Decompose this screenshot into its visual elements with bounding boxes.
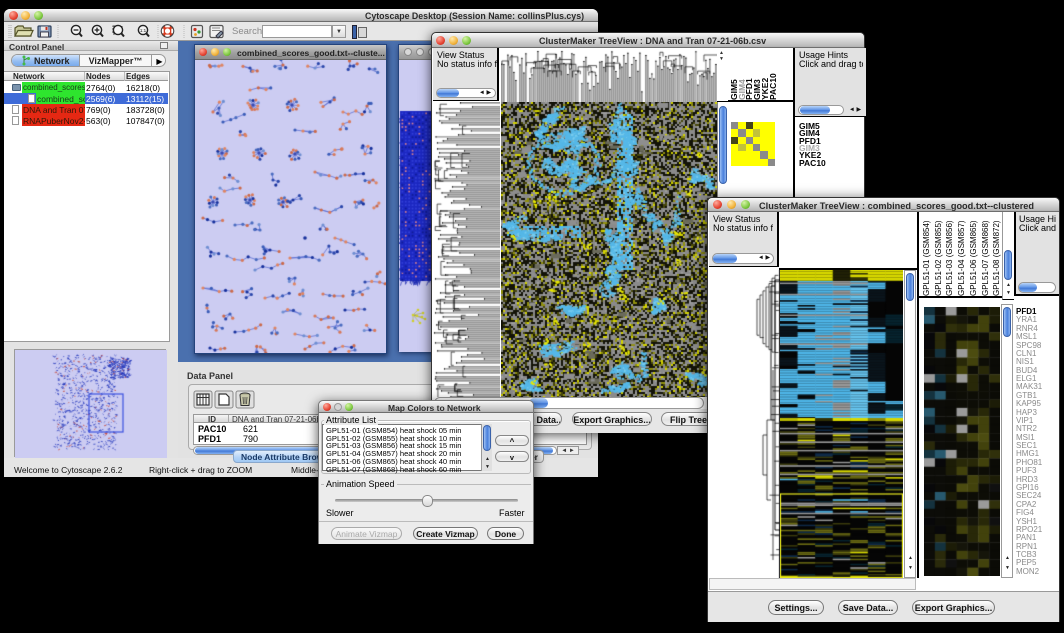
svg-text:1:1: 1:1 <box>140 28 147 33</box>
